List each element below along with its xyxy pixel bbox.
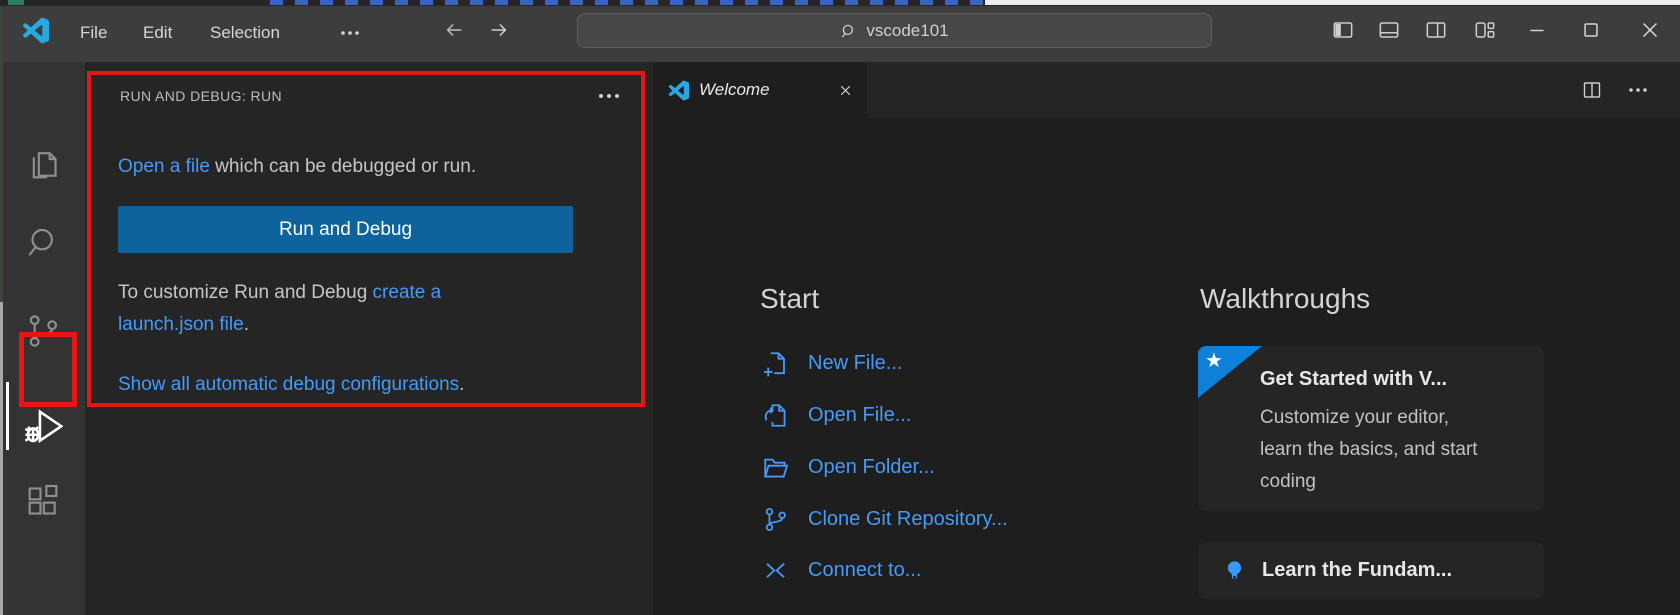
open-file-icon	[761, 401, 790, 430]
panel-more-actions-icon[interactable]	[595, 84, 623, 108]
run-and-debug-button[interactable]: Run and Debug	[118, 206, 573, 253]
open-file-hint-rest: which can be debugged or run.	[210, 156, 476, 177]
forward-icon[interactable]	[488, 19, 510, 41]
run-debug-panel: RUN AND DEBUG: RUN Open a file which can…	[85, 62, 653, 615]
menu-file[interactable]: File	[80, 22, 107, 44]
tab-label: Welcome	[699, 80, 770, 100]
start-item-label: Open File...	[808, 404, 911, 427]
start-item-label: New File...	[808, 352, 902, 375]
clone-git-repository-item[interactable]: Clone Git Repository...	[761, 502, 1008, 536]
run-debug-icon[interactable]	[22, 404, 63, 445]
customize-hint: To customize Run and Debug create a laun…	[118, 277, 508, 341]
maximize-icon[interactable]	[1578, 17, 1604, 43]
search-value: vscode101	[866, 21, 948, 41]
connect-to-item[interactable]: Connect to...	[761, 553, 921, 587]
customize-hint-suffix: .	[244, 314, 249, 335]
editor-more-actions-icon[interactable]	[1626, 78, 1650, 102]
show-all-configurations-link[interactable]: Show all automatic debug configurations	[118, 374, 459, 395]
search-icon	[840, 22, 858, 40]
background-window-sliver	[0, 0, 1680, 6]
minimize-icon[interactable]	[1524, 17, 1550, 43]
start-item-label: Clone Git Repository...	[808, 508, 1008, 531]
open-folder-icon	[761, 453, 790, 482]
split-editor-icon[interactable]	[1580, 78, 1604, 102]
tab-welcome[interactable]: Welcome	[653, 62, 867, 118]
layout-sidebar-right-icon[interactable]	[1423, 17, 1449, 43]
tab-close-icon[interactable]	[835, 80, 855, 100]
vscode-logo-icon	[22, 17, 49, 44]
show-all-configurations: Show all automatic debug configurations.	[118, 369, 464, 401]
command-center-search[interactable]: vscode101	[577, 13, 1212, 48]
panel-title: RUN AND DEBUG: RUN	[120, 88, 282, 104]
menu-selection[interactable]: Selection	[210, 22, 280, 44]
walkthrough-card-title: Get Started with V...	[1260, 368, 1447, 391]
open-file-item[interactable]: Open File...	[761, 398, 911, 432]
start-heading: Start	[760, 283, 819, 315]
start-item-label: Connect to...	[808, 559, 921, 582]
back-icon[interactable]	[443, 19, 465, 41]
connect-icon	[761, 556, 790, 585]
layout-customize-icon[interactable]	[1472, 17, 1498, 43]
open-folder-item[interactable]: Open Folder...	[761, 450, 935, 484]
walkthrough-card-title: Learn the Fundam...	[1262, 559, 1452, 582]
open-a-file-link[interactable]: Open a file	[118, 156, 210, 177]
customize-hint-prefix: To customize Run and Debug	[118, 282, 373, 303]
background-sliver-text-fragments	[270, 0, 985, 5]
star-icon: ★	[1205, 348, 1223, 373]
screenshot-root: File Edit Selection	[0, 0, 1680, 615]
background-sliver-white	[985, 0, 1680, 5]
layout-panel-icon[interactable]	[1376, 17, 1402, 43]
show-all-suffix: .	[459, 374, 464, 395]
new-file-icon	[761, 349, 790, 378]
vscode-logo-icon	[668, 80, 689, 101]
walkthrough-card-learn-fundamentals[interactable]: Learn the Fundam...	[1198, 542, 1544, 599]
background-sliver-fragment	[8, 0, 24, 5]
active-view-indicator	[6, 382, 9, 450]
lightbulb-icon	[1222, 558, 1247, 583]
layout-sidebar-icon[interactable]	[1330, 17, 1356, 43]
walkthrough-card-description: Customize your editor, learn the basics,…	[1260, 402, 1492, 498]
git-clone-icon	[761, 505, 790, 534]
welcome-page: Start New File... Open File...	[653, 118, 1680, 615]
start-item-label: Open Folder...	[808, 456, 935, 479]
title-bar: File Edit Selection	[0, 5, 1680, 62]
walkthroughs-heading: Walkthroughs	[1200, 283, 1370, 315]
open-file-hint: Open a file which can be debugged or run…	[118, 156, 476, 178]
source-control-icon[interactable]	[22, 310, 63, 351]
walkthrough-card-get-started[interactable]: ★ Get Started with V... Customize your e…	[1198, 346, 1544, 511]
search-icon[interactable]	[22, 222, 63, 263]
editor-tab-bar: Welcome	[653, 62, 1680, 118]
extensions-icon[interactable]	[22, 480, 63, 521]
vscode-window: File Edit Selection	[0, 5, 1680, 615]
menu-more-ellipsis-icon[interactable]	[338, 22, 362, 44]
new-file-item[interactable]: New File...	[761, 346, 902, 380]
activity-bar	[0, 62, 85, 615]
background-left-sliver	[0, 6, 3, 302]
background-left-sliver	[0, 302, 3, 615]
close-icon[interactable]	[1637, 17, 1663, 43]
explorer-icon[interactable]	[22, 143, 63, 184]
menu-edit[interactable]: Edit	[143, 22, 172, 44]
